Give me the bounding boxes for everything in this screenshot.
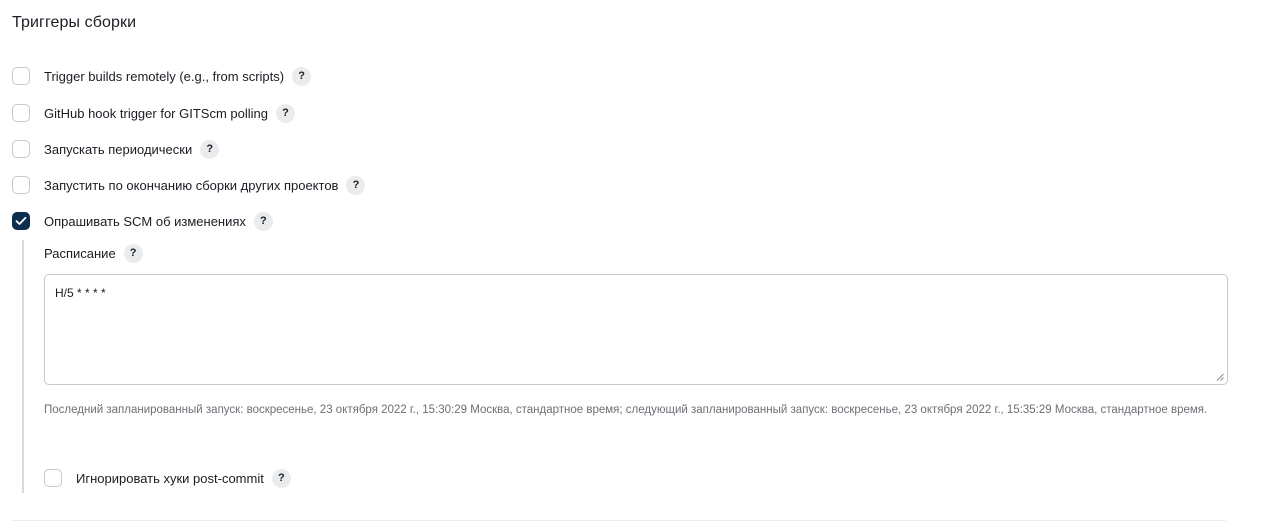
option-label: Запускать периодически — [44, 141, 193, 157]
option-build-periodically[interactable]: Запускать периодически ? — [12, 138, 220, 160]
help-icon[interactable]: ? — [275, 103, 295, 123]
divider — [12, 520, 1226, 521]
option-build-after-other-projects[interactable]: Запустить по окончанию сборки других про… — [12, 174, 366, 196]
option-label: Игнорировать хуки post-commit — [76, 470, 264, 486]
nested-section-bar — [22, 240, 24, 493]
option-ignore-post-commit-hooks[interactable]: Игнорировать хуки post-commit ? — [44, 467, 291, 489]
option-label: Trigger builds remotely (e.g., from scri… — [44, 68, 285, 84]
build-triggers-page: Триггеры сборки Trigger builds remotely … — [0, 0, 1280, 523]
help-icon[interactable]: ? — [346, 175, 366, 195]
help-icon[interactable]: ? — [200, 139, 220, 159]
schedule-textarea[interactable]: H/5 * * * * — [44, 274, 1228, 385]
option-github-hook-trigger[interactable]: GitHub hook trigger for GITScm polling ? — [12, 102, 295, 124]
check-icon — [15, 216, 27, 225]
schedule-value: H/5 * * * * — [55, 286, 106, 300]
checkbox[interactable] — [12, 176, 30, 194]
option-trigger-remotely[interactable]: Trigger builds remotely (e.g., from scri… — [12, 65, 312, 87]
schedule-info-text: Последний запланированный запуск: воскре… — [44, 404, 1208, 416]
option-label: Опрашивать SCM об изменениях — [44, 213, 246, 229]
checkbox[interactable] — [12, 104, 30, 122]
schedule-field-label: Расписание ? — [44, 242, 143, 264]
checkbox[interactable] — [12, 140, 30, 158]
section-title: Триггеры сборки — [12, 14, 137, 31]
schedule-label: Расписание — [44, 245, 116, 261]
help-icon[interactable]: ? — [253, 211, 273, 231]
option-poll-scm[interactable]: Опрашивать SCM об изменениях ? — [12, 210, 273, 232]
checkbox-checked[interactable] — [12, 212, 30, 230]
resize-grip-icon[interactable] — [1216, 373, 1224, 381]
checkbox[interactable] — [12, 67, 30, 85]
help-icon[interactable]: ? — [123, 243, 143, 263]
checkbox[interactable] — [44, 469, 62, 487]
help-icon[interactable]: ? — [271, 468, 291, 488]
option-label: Запустить по окончанию сборки других про… — [44, 177, 339, 193]
help-icon[interactable]: ? — [292, 66, 312, 86]
option-label: GitHub hook trigger for GITScm polling — [44, 105, 268, 121]
